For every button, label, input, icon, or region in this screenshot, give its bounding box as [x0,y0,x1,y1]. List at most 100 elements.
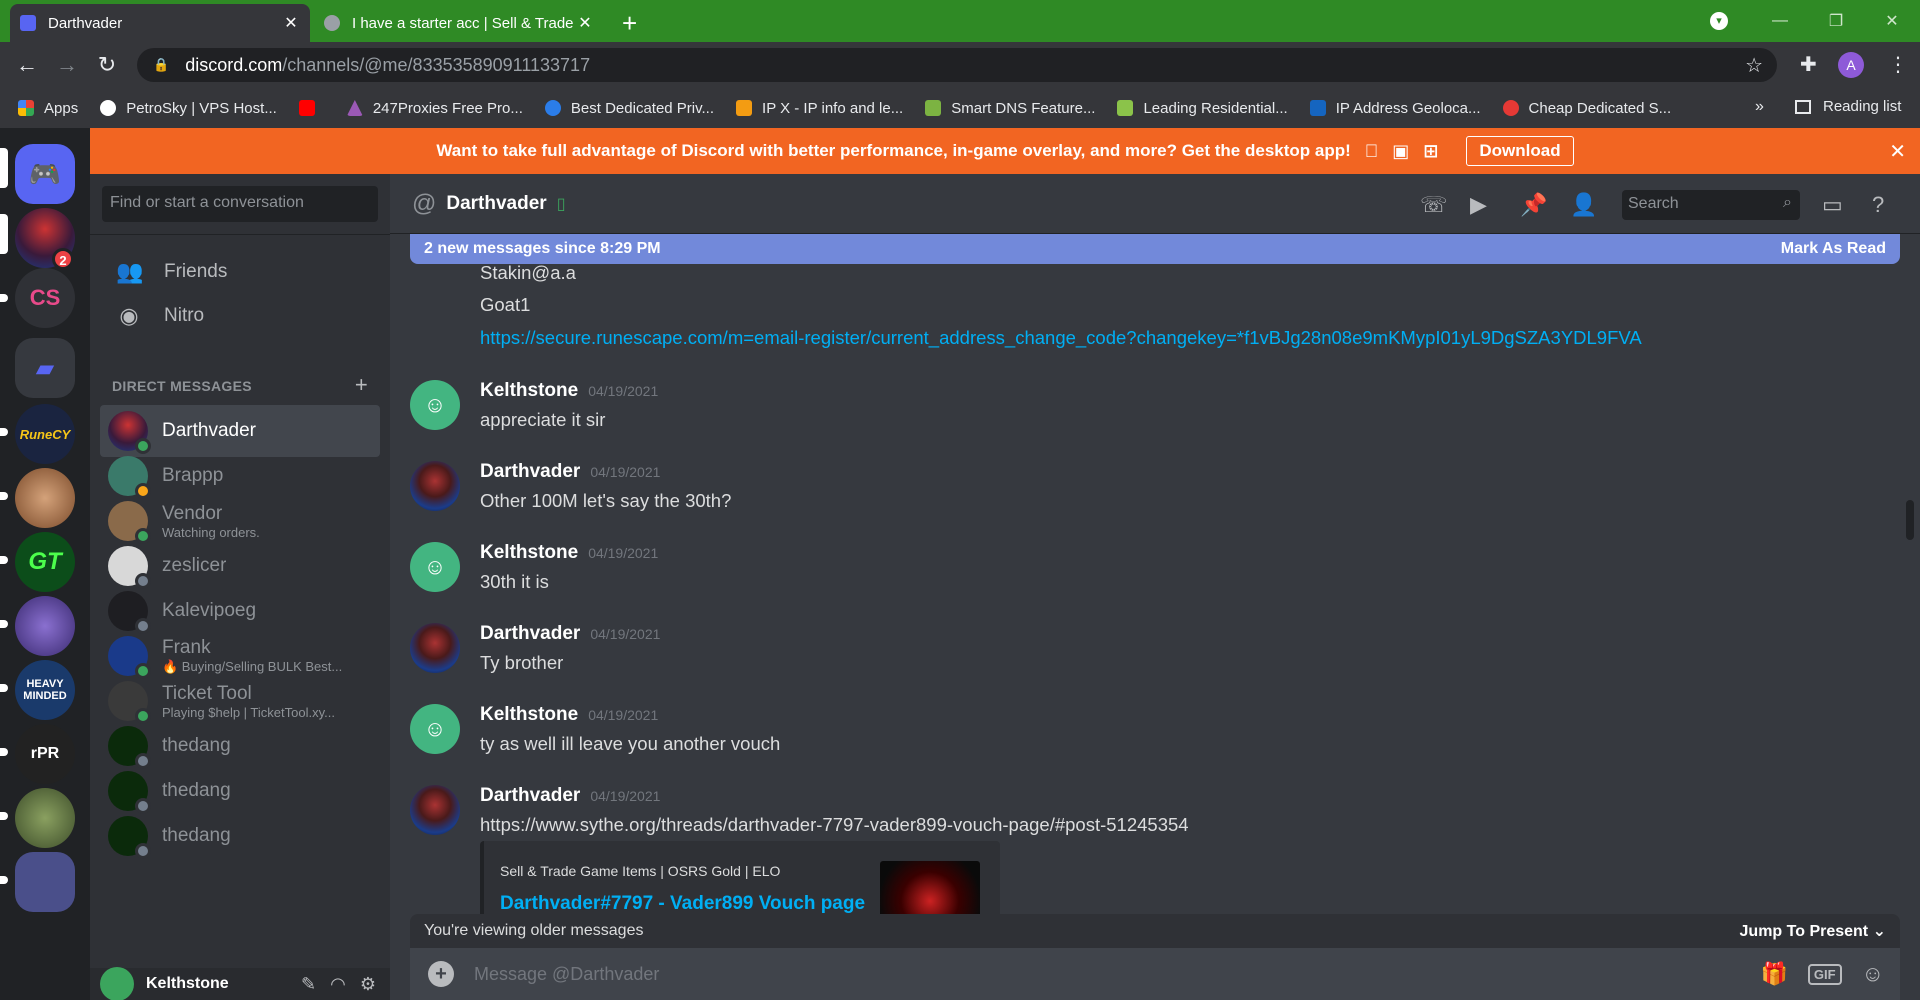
bookmark-label: Cheap Dedicated S... [1528,99,1672,117]
gear-icon[interactable]: ⚙ [360,974,390,994]
download-button[interactable]: Download [1466,136,1574,166]
message-link[interactable]: https://secure.runescape.com/m=email-reg… [480,327,1642,349]
bookmark-petrosky[interactable]: PetroSky | VPS Host... [100,100,277,117]
author-name[interactable]: Kelthstone [480,380,578,401]
pin-icon[interactable]: 📌 [1520,192,1547,218]
scrollbar-thumb[interactable] [1906,500,1914,540]
create-dm-button[interactable]: + [355,374,368,396]
headset-icon[interactable]: ◠ [330,974,360,994]
restore-button[interactable]: ❐ [1808,11,1864,31]
avatar[interactable]: ☺ [410,380,460,430]
bookmark-youtube[interactable] [298,100,325,116]
server-icon-farm-accounts[interactable] [15,788,75,848]
bookmark-smart-dns[interactable]: Smart DNS Feature... [925,100,1095,117]
message-composer[interactable]: + Message @Darthvader 🎁 GIF ☺ [410,948,1900,1000]
message-input[interactable]: Message @Darthvader [474,964,1760,985]
embed-provider[interactable]: Sell & Trade Game Items | OSRS Gold | EL… [500,863,780,879]
author-name[interactable]: Kelthstone [480,542,578,563]
gif-button[interactable]: GIF [1807,963,1842,985]
server-icon-heavy-minded[interactable]: HEAVY MINDED [15,660,75,720]
embed-title[interactable]: Darthvader#7797 - Vader899 Vouch page [500,893,865,914]
author-name[interactable]: Darthvader [480,785,580,806]
bookmark-ip-geolocation[interactable]: IP Address Geoloca... [1309,100,1481,117]
message-link[interactable]: https://www.sythe.org/threads/darthvader… [480,814,1189,836]
inbox-icon[interactable]: ▭ [1822,192,1843,218]
address-bar[interactable]: 🔒 discord.com/channels/@me/8335358909111… [137,48,1777,82]
embed-thumbnail[interactable] [880,861,980,914]
reload-icon[interactable]: ↻ [92,50,122,80]
message-author[interactable]: Kelthstone 04/19/2021 [480,542,658,564]
avatar[interactable]: ☺ [410,542,460,592]
url-host: discord.com [185,54,283,75]
reading-list-button[interactable]: Reading list [1795,98,1901,115]
server-icon-runecy[interactable]: RuneCY [15,404,75,464]
message-text: 30th it is [480,571,549,592]
bookmark-star-icon[interactable]: ☆ [1745,53,1763,78]
dm-item-thedang[interactable]: thedang [100,810,380,862]
video-call-icon[interactable]: ▶ [1470,192,1487,218]
tab-close-icon[interactable]: ✕ [576,13,594,33]
mute-icon[interactable]: ✎ [301,974,330,994]
tab-sell-trade[interactable]: I have a starter acc | Sell & Trade ✕ [314,4,604,42]
avatar[interactable] [410,623,460,673]
lock-icon[interactable]: 🔒 [153,57,169,73]
nitro-link[interactable]: ◉ Nitro [100,292,380,340]
server-icon-monkey[interactable] [15,468,75,528]
jump-to-present-button[interactable]: Jump To Present ⌄ [1740,921,1886,941]
bookmark-247proxies[interactable]: 247Proxies Free Pro... [346,99,523,117]
dm-activity: 🔥 Buying/Selling BULK Best... [162,659,343,674]
emoji-icon[interactable]: ☺ [1862,961,1884,987]
add-attachment-icon[interactable]: + [428,961,454,987]
help-icon[interactable]: ? [1872,192,1884,218]
extensions-puzzle-icon[interactable]: ✚ [1800,52,1817,77]
author-name[interactable]: Darthvader [480,623,580,644]
message-author[interactable]: Darthvader 04/19/2021 [480,461,660,483]
message-author[interactable]: Kelthstone 04/19/2021 [480,380,658,402]
server-icon-rpr[interactable]: rPR [15,724,75,784]
minimize-button[interactable]: — [1752,12,1808,30]
kebab-menu-icon[interactable]: ⋮ [1888,52,1908,77]
bookmarks-overflow-button[interactable]: » [1755,98,1764,116]
new-messages-bar[interactable]: 2 new messages since 8:29 PM Mark As Rea… [410,234,1900,264]
server-folder-icon[interactable] [15,852,75,912]
chevron-down-icon[interactable]: ▾ [1710,12,1728,30]
back-arrow-icon[interactable]: ← [12,50,42,80]
leaf-icon [1117,100,1134,116]
dm-search-input[interactable]: Find or start a conversation [102,186,378,222]
add-friend-icon[interactable]: 👤 [1570,192,1597,218]
forward-arrow-icon[interactable]: → [52,50,82,80]
new-tab-button[interactable]: + [622,8,637,39]
bookmark-apps[interactable]: Apps [18,100,78,117]
voice-call-icon[interactable]: ☏ [1420,192,1448,218]
user-avatar[interactable] [100,967,134,1000]
close-banner-icon[interactable]: ✕ [1889,139,1906,164]
bookmark-leading-residential[interactable]: Leading Residential... [1117,100,1288,117]
message-author[interactable]: Darthvader 04/19/2021 [480,623,660,645]
chat-search-input[interactable]: Search ⌕ [1622,190,1800,220]
tab-darthvader[interactable]: Darthvader ✕ [10,4,310,42]
author-name[interactable]: Kelthstone [480,704,578,725]
bookmark-best-dedicated[interactable]: Best Dedicated Priv... [544,100,714,117]
bookmark-cheap-dedicated[interactable]: Cheap Dedicated S... [1502,99,1672,117]
server-icon-purple[interactable] [15,596,75,656]
author-name[interactable]: Darthvader [480,461,580,482]
home-discord-icon[interactable]: 🎮 [15,144,75,204]
server-icon-gt[interactable]: GT [15,532,75,592]
close-window-button[interactable]: ✕ [1864,11,1920,31]
mark-as-read-button[interactable]: Mark As Read [1781,240,1886,258]
avatar[interactable] [410,785,460,835]
friends-link[interactable]: 👥 Friends [100,248,380,296]
avatar[interactable] [410,461,460,511]
avatar[interactable]: ☺ [410,704,460,754]
server-icon-cs[interactable]: CS [15,268,75,328]
profile-avatar[interactable]: A [1838,52,1864,78]
c-logo-icon [544,100,561,116]
gift-icon[interactable]: 🎁 [1760,961,1787,987]
message-author[interactable]: Kelthstone 04/19/2021 [480,704,658,726]
message-author[interactable]: Darthvader 04/19/2021 [480,785,660,807]
bookmark-label: 247Proxies Free Pro... [372,99,523,117]
dm-name: Brappp [162,465,224,486]
bookmark-ipx[interactable]: IP X - IP info and le... [736,100,903,117]
folder-icon[interactable]: ▰ [15,338,75,398]
tab-close-icon[interactable]: ✕ [282,13,300,33]
